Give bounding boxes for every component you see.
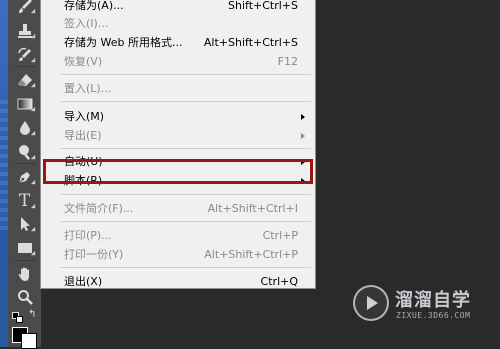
- play-logo-icon: [353, 285, 389, 321]
- menu-item-label: 置入(L)...: [64, 82, 112, 95]
- tools-panel: T ↰: [8, 0, 42, 347]
- stamp-icon[interactable]: [12, 21, 37, 41]
- watermark-url: ZIXUE.3D66.COM: [396, 311, 471, 320]
- menu-item-label: 退出(X): [64, 275, 103, 288]
- hand-icon[interactable]: [12, 264, 37, 284]
- zoom-icon[interactable]: [12, 287, 37, 307]
- menu-item-print-one-copy[interactable]: 打印一份(Y) Alt+Shift+Ctrl+P: [42, 244, 314, 266]
- file-menu-dropdown: 存储为(A)... Shift+Ctrl+S 签入(I)... 存储为 Web …: [40, 0, 316, 289]
- menu-item-export[interactable]: 导出(E): [42, 125, 314, 147]
- history-brush-icon[interactable]: [12, 45, 37, 65]
- type-icon[interactable]: T: [12, 191, 37, 211]
- menu-item-shortcut: Alt+Shift+Ctrl+I: [207, 202, 298, 215]
- menu-divider: [61, 267, 311, 268]
- default-colors-bg-icon: [16, 316, 23, 323]
- type-tool-glyph: T: [18, 190, 31, 211]
- menu-item-shortcut: Ctrl+Q: [260, 275, 298, 288]
- submenu-arrow-icon: [301, 114, 305, 120]
- menu-item-label: 恢复(V): [64, 55, 103, 68]
- path-select-icon[interactable]: [12, 214, 37, 234]
- blur-icon[interactable]: [12, 118, 37, 138]
- menu-item-place[interactable]: 置入(L)...: [42, 78, 314, 100]
- rectangle-icon[interactable]: [12, 238, 37, 258]
- menu-divider: [61, 74, 311, 75]
- menu-item-shortcut: Alt+Shift+Ctrl+P: [204, 248, 298, 261]
- watermark: 溜溜自学 ZIXUE.3D66.COM: [349, 282, 479, 337]
- pen-icon[interactable]: [12, 167, 37, 187]
- menu-divider: [61, 221, 311, 222]
- menu-item-revert[interactable]: 恢复(V) F12: [42, 51, 314, 73]
- menu-item-shortcut: F12: [277, 55, 298, 68]
- swap-colors-icon[interactable]: ↰: [28, 309, 36, 320]
- dodge-icon[interactable]: [12, 142, 37, 162]
- menu-item-label: 打印一份(Y): [64, 248, 124, 261]
- gradient-icon[interactable]: [12, 94, 37, 114]
- menu-item-label: 导出(E): [64, 129, 102, 142]
- eraser-icon[interactable]: [12, 70, 37, 90]
- menu-divider: [61, 194, 311, 195]
- submenu-arrow-icon: [301, 133, 305, 139]
- scripts-highlight-box: [43, 159, 313, 184]
- watermark-title: 溜溜自学: [395, 290, 471, 311]
- menu-divider: [61, 101, 311, 102]
- menu-divider: [61, 148, 311, 149]
- desktop-background-strip: [0, 0, 8, 347]
- menu-item-exit[interactable]: 退出(X) Ctrl+Q: [42, 271, 314, 293]
- brush-icon[interactable]: [12, 0, 37, 16]
- menu-item-file-info[interactable]: 文件简介(F)... Alt+Shift+Ctrl+I: [42, 198, 314, 220]
- menu-item-label: 文件简介(F)...: [64, 202, 134, 215]
